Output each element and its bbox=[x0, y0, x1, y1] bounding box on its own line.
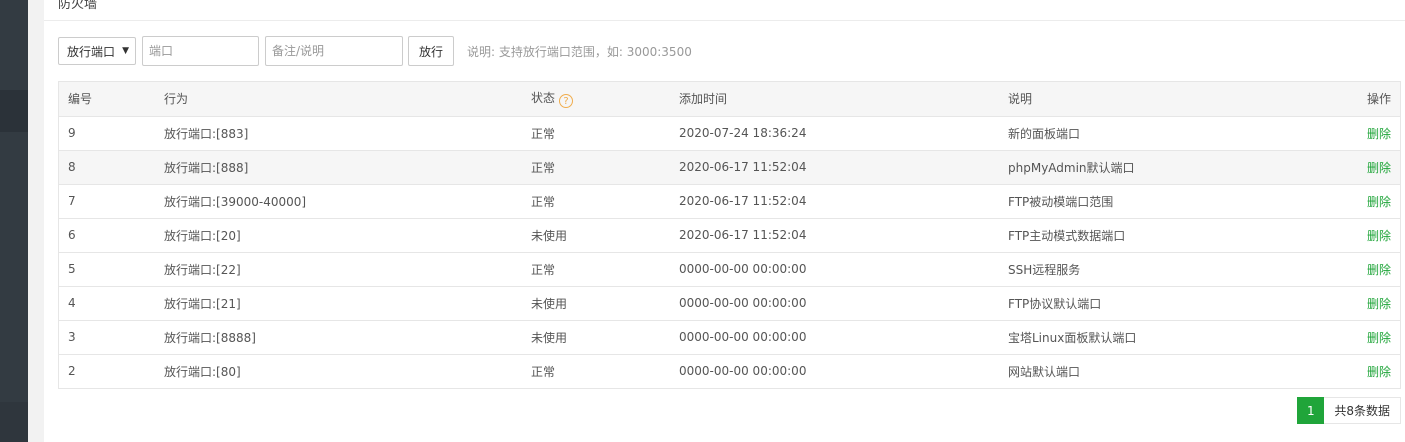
table-row: 3 放行端口:[8888] 未使用 0000-00-00 00:00:00 宝塔… bbox=[59, 320, 1400, 355]
cell-time: 0000-00-00 00:00:00 bbox=[670, 252, 999, 287]
table-row: 2 放行端口:[80] 正常 0000-00-00 00:00:00 网站默认端… bbox=[59, 354, 1400, 388]
cell-op: 删除 bbox=[1299, 184, 1400, 219]
cell-op: 删除 bbox=[1299, 218, 1400, 253]
cell-status: 未使用 bbox=[522, 320, 670, 355]
cell-status: 未使用 bbox=[522, 218, 670, 253]
delete-link[interactable]: 删除 bbox=[1367, 229, 1391, 243]
delete-link[interactable]: 删除 bbox=[1367, 297, 1391, 311]
table-row: 8 放行端口:[888] 正常 2020-06-17 11:52:04 phpM… bbox=[59, 150, 1400, 185]
cell-time: 2020-07-24 18:36:24 bbox=[670, 116, 999, 151]
cell-status: 正常 bbox=[522, 184, 670, 219]
header-status-label: 状态 bbox=[531, 91, 556, 106]
cell-op: 删除 bbox=[1299, 116, 1400, 151]
pagination: 1 共8条数据 bbox=[1297, 397, 1401, 424]
rules-table: 编号 行为 状态? 添加时间 说明 操作 9 放行端口:[883] 正常 202… bbox=[58, 81, 1401, 389]
delete-link[interactable]: 删除 bbox=[1367, 365, 1391, 379]
cell-action: 放行端口:[8888] bbox=[155, 320, 522, 355]
cell-status: 正常 bbox=[522, 252, 670, 287]
header-op: 操作 bbox=[1299, 82, 1400, 117]
hint-text: 说明: 支持放行端口范围，如: 3000:3500 bbox=[467, 44, 692, 59]
cell-time: 0000-00-00 00:00:00 bbox=[670, 320, 999, 355]
cell-note: FTP被动模端口范围 bbox=[999, 184, 1299, 219]
cell-id: 4 bbox=[59, 286, 155, 321]
cell-action: 放行端口:[21] bbox=[155, 286, 522, 321]
cell-op: 删除 bbox=[1299, 150, 1400, 185]
delete-link[interactable]: 删除 bbox=[1367, 127, 1391, 141]
delete-link[interactable]: 删除 bbox=[1367, 331, 1391, 345]
cell-time: 2020-06-17 11:52:04 bbox=[670, 218, 999, 253]
cell-note: 网站默认端口 bbox=[1008, 364, 1081, 379]
header-status: 状态? bbox=[522, 82, 670, 117]
cell-action: 放行端口:[39000-40000] bbox=[155, 184, 522, 219]
cell-id: 5 bbox=[59, 252, 155, 287]
header-id: 编号 bbox=[59, 82, 155, 117]
side-nav-active-item[interactable] bbox=[0, 90, 28, 132]
cell-status: 正常 bbox=[522, 150, 670, 185]
table-row: 9 放行端口:[883] 正常 2020-07-24 18:36:24 新的面板… bbox=[59, 116, 1400, 151]
table-row: 6 放行端口:[20] 未使用 2020-06-17 11:52:04 FTP主… bbox=[59, 218, 1400, 253]
cell-op: 删除 bbox=[1299, 320, 1400, 355]
toolbar: 放行端口 ▼ 放行 说明: 支持放行端口范围，如: 3000:3500 bbox=[58, 36, 692, 66]
cell-id: 3 bbox=[59, 320, 155, 355]
cell-note: phpMyAdmin默认端口 bbox=[999, 150, 1299, 185]
port-input[interactable] bbox=[142, 36, 259, 66]
cell-time: 0000-00-00 00:00:00 bbox=[670, 286, 999, 321]
header-note: 说明 bbox=[999, 82, 1299, 117]
cell-id: 9 bbox=[59, 116, 155, 151]
cell-action: 放行端口:[888] bbox=[155, 150, 522, 185]
page-current[interactable]: 1 bbox=[1297, 397, 1325, 424]
page-total: 共8条数据 bbox=[1324, 397, 1401, 424]
cell-note: 新的面板端口 bbox=[999, 116, 1299, 151]
cell-status: 未使用 bbox=[522, 286, 670, 321]
cell-time: 2020-06-17 11:52:04 bbox=[670, 184, 999, 219]
cell-id: 8 bbox=[59, 150, 155, 185]
cell-action: 放行端口:[883] bbox=[155, 116, 522, 151]
cell-id: 7 bbox=[59, 184, 155, 219]
cell-status: 正常 bbox=[531, 364, 556, 379]
allow-button[interactable]: 放行 bbox=[408, 36, 454, 66]
action-select-value: 放行端口 bbox=[67, 44, 116, 59]
cell-action: 放行端口:[80] bbox=[164, 364, 241, 379]
table-row: 4 放行端口:[21] 未使用 0000-00-00 00:00:00 FTP协… bbox=[59, 286, 1400, 321]
table-row: 5 放行端口:[22] 正常 0000-00-00 00:00:00 SSH远程… bbox=[59, 252, 1400, 287]
cell-time: 2020-06-17 11:52:04 bbox=[670, 150, 999, 185]
delete-link[interactable]: 删除 bbox=[1367, 161, 1391, 175]
action-select[interactable]: 放行端口 ▼ bbox=[58, 37, 136, 65]
cell-action: 放行端口:[20] bbox=[155, 218, 522, 253]
cell-op: 删除 bbox=[1299, 286, 1400, 321]
cell-note: 宝塔Linux面板默认端口 bbox=[999, 320, 1299, 355]
cell-note: FTP协议默认端口 bbox=[999, 286, 1299, 321]
firewall-panel: 防火墙 放行端口 ▼ 放行 说明: 支持放行端口范围，如: 3000:3500 … bbox=[44, 0, 1405, 442]
chevron-down-icon: ▼ bbox=[122, 46, 129, 56]
cell-op: 删除 bbox=[1299, 252, 1400, 287]
note-input[interactable] bbox=[265, 36, 403, 66]
help-icon[interactable]: ? bbox=[559, 94, 574, 109]
cell-id: 6 bbox=[59, 218, 155, 253]
cell-note: SSH远程服务 bbox=[999, 252, 1299, 287]
cell-op: 删除 bbox=[1299, 354, 1400, 388]
cell-note: FTP主动模式数据端口 bbox=[999, 218, 1299, 253]
delete-link[interactable]: 删除 bbox=[1367, 195, 1391, 209]
side-nav bbox=[0, 0, 28, 442]
panel-title: 防火墙 bbox=[58, 0, 98, 12]
table-header-row: 编号 行为 状态? 添加时间 说明 操作 bbox=[59, 82, 1400, 117]
side-nav-bottom-item[interactable] bbox=[0, 402, 28, 442]
cell-action: 放行端口:[22] bbox=[155, 252, 522, 287]
header-action: 行为 bbox=[155, 82, 522, 117]
cell-status: 正常 bbox=[522, 116, 670, 151]
delete-link[interactable]: 删除 bbox=[1367, 263, 1391, 277]
cell-id: 2 bbox=[68, 364, 76, 378]
header-time: 添加时间 bbox=[670, 82, 999, 117]
title-divider bbox=[44, 20, 1405, 21]
table-row: 7 放行端口:[39000-40000] 正常 2020-06-17 11:52… bbox=[59, 184, 1400, 219]
cell-time: 0000-00-00 00:00:00 bbox=[679, 364, 807, 378]
